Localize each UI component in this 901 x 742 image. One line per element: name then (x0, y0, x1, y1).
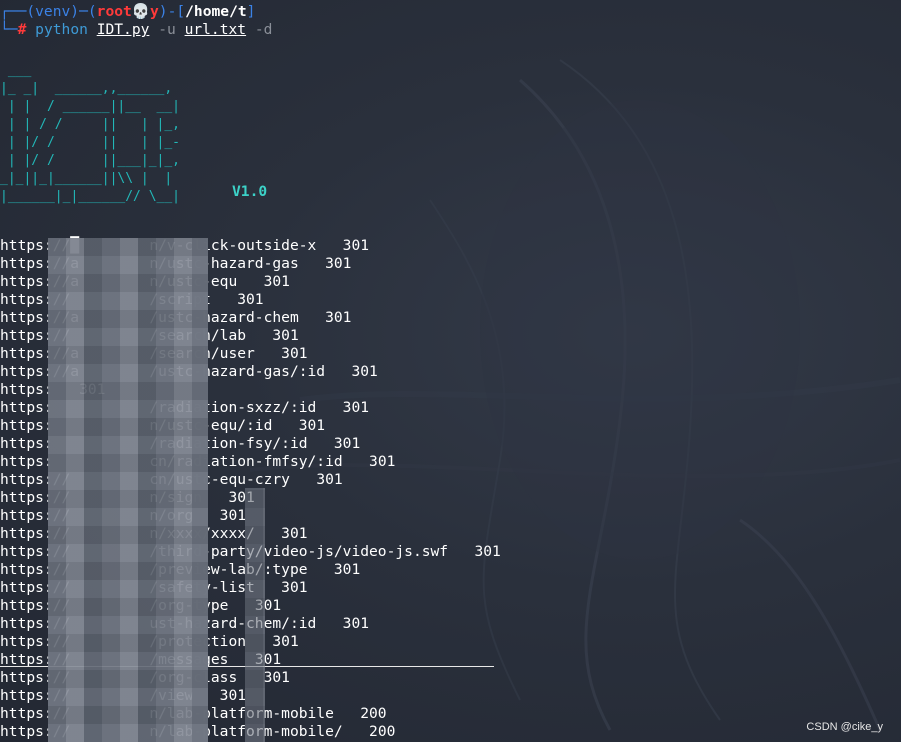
command-flag-u: -u (158, 21, 176, 38)
prompt-user: root (96, 3, 132, 20)
result-status-code: 301 (325, 255, 352, 272)
result-status-code: 301 (369, 453, 396, 470)
result-status-code: 301 (272, 327, 299, 344)
result-status-code: 301 (298, 417, 326, 434)
result-status-code: 301 (342, 615, 370, 632)
root-prompt-symbol: # (17, 21, 27, 38)
result-status-code: 301 (325, 309, 352, 326)
result-status-code: 301 (219, 687, 247, 704)
prompt-separator: ─( (79, 3, 97, 20)
terminal-window[interactable]: ┌──(venv)─(root💀y)-[/home/t] └─# python … (0, 0, 901, 742)
result-status-code: 301 (342, 237, 370, 254)
result-status-code: 301 (237, 291, 264, 308)
command-line[interactable]: └─# python IDT.py -u url.txt -d (0, 21, 272, 39)
prompt-bracket: )-[ (158, 3, 186, 20)
result-url: https: (0, 381, 53, 398)
result-status-code: 301 (342, 399, 370, 416)
csdn-watermark: CSDN @cike_y (806, 721, 883, 733)
result-status-code: 301 (263, 273, 290, 290)
command-flag-d: -d (254, 21, 273, 38)
command-script: IDT.py (96, 21, 150, 38)
result-status-code: 301 (281, 579, 308, 596)
result-status-code: 200 (360, 705, 387, 722)
prompt-host: y (149, 3, 159, 20)
redaction-blur-narrow (245, 488, 265, 742)
result-status-code: 301 (474, 543, 501, 560)
command-program: python (35, 21, 88, 38)
skull-icon: 💀 (131, 3, 150, 20)
redaction-blur-block (48, 238, 208, 742)
result-status-code: 301 (281, 525, 308, 542)
prompt-line: ┌──(venv)─(root💀y)-[/home/t] (0, 3, 255, 21)
result-status-code: 301 (272, 633, 299, 650)
venv-label: (venv) (26, 3, 80, 20)
redaction-blur-strip (192, 238, 208, 742)
result-status-code: 301 (333, 561, 361, 578)
prompt-path: /home/t (185, 3, 247, 20)
prompt-corner-bottom: └─ (0, 21, 18, 38)
result-status-code: 301 (316, 471, 343, 488)
command-url-file: url.txt (184, 21, 247, 38)
ascii-banner: ___ |_ _| ______,,______, | | / ______||… (0, 63, 181, 204)
result-status-code: 301 (333, 435, 361, 452)
result-status-code: 301 (281, 345, 308, 362)
version-label: V1.0 (232, 183, 268, 200)
prompt-corner-top: ┌── (0, 3, 27, 20)
result-status-code: 200 (369, 723, 396, 740)
prompt-bracket-close: ] (246, 3, 256, 20)
result-status-code: 301 (219, 507, 247, 524)
result-status-code: 301 (263, 669, 290, 686)
result-status-code: 301 (351, 363, 378, 380)
